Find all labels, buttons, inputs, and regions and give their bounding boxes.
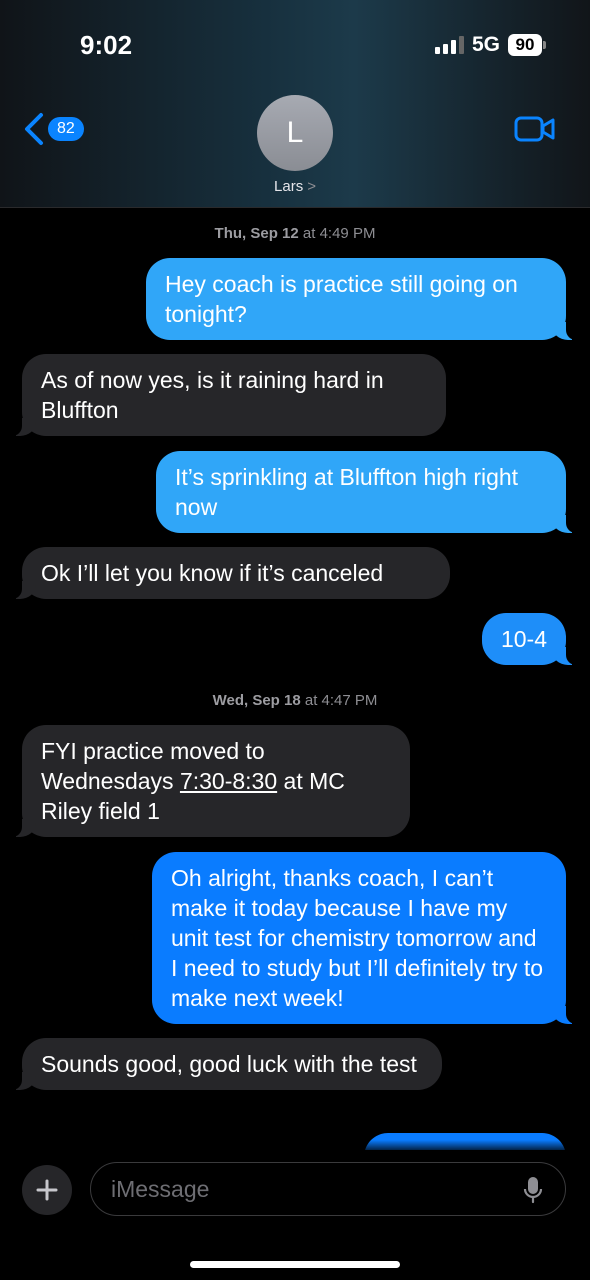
- chevron-left-icon: [25, 113, 43, 145]
- conversation-header: 9:02 5G 90 82 L Lars >: [0, 0, 590, 208]
- contact-avatar[interactable]: L: [257, 95, 333, 171]
- incoming-message[interactable]: Sounds good, good luck with the test: [12, 1038, 442, 1090]
- plus-icon: [36, 1179, 58, 1201]
- microphone-icon: [523, 1177, 543, 1204]
- timestamp: Wed, Sep 18 at 4:47 PM: [0, 692, 590, 709]
- contact-name-button[interactable]: Lars >: [0, 178, 590, 195]
- unread-count-badge: 82: [48, 117, 84, 141]
- imessage-input[interactable]: [90, 1162, 566, 1216]
- apps-button[interactable]: [22, 1165, 72, 1215]
- message-text: Hey coach is practice still going on ton…: [165, 271, 518, 327]
- timestamp-day: Thu, Sep 12: [214, 225, 299, 242]
- battery-level: 90: [508, 34, 542, 56]
- status-indicators: 5G 90: [434, 33, 546, 57]
- timestamp-time: at 4:49 PM: [302, 225, 376, 242]
- signal-icon: [434, 36, 464, 54]
- outgoing-message[interactable]: Hey coach is practice still going on ton…: [146, 258, 576, 340]
- incoming-message[interactable]: As of now yes, is it raining hard in Blu…: [12, 354, 446, 436]
- outgoing-message[interactable]: It’s sprinkling at Bluffton high right n…: [156, 451, 576, 533]
- message-text: As of now yes, is it raining hard in Blu…: [41, 367, 384, 423]
- network-type: 5G: [471, 33, 500, 56]
- video-camera-icon: [514, 116, 555, 142]
- timestamp-day: Wed, Sep 18: [212, 692, 301, 709]
- contact-name: Lars: [274, 178, 304, 195]
- message-text: Ok I’ll let you know if it’s canceled: [41, 560, 384, 586]
- timestamp: Thu, Sep 12 at 4:49 PM: [0, 225, 590, 242]
- message-text: Sounds good, good luck with the test: [41, 1051, 417, 1077]
- back-button[interactable]: 82: [22, 112, 84, 146]
- incoming-message[interactable]: FYI practice moved to Wednesdays 7:30-8:…: [12, 725, 410, 837]
- dictation-button[interactable]: [523, 1176, 543, 1209]
- incoming-message[interactable]: Ok I’ll let you know if it’s canceled: [12, 547, 450, 599]
- home-indicator[interactable]: [190, 1261, 400, 1268]
- status-time: 9:02: [80, 30, 133, 60]
- time-link[interactable]: 7:30-8:30: [180, 768, 277, 794]
- message-text: 10-4: [500, 626, 547, 652]
- outgoing-message[interactable]: 10-4: [481, 613, 577, 665]
- battery-icon: 90: [508, 34, 546, 56]
- message-text: It’s sprinkling at Bluffton high right n…: [175, 464, 519, 520]
- chevron-right-icon: >: [307, 178, 316, 195]
- message-text: Oh alright, thanks coach, I can’t make i…: [171, 865, 544, 1011]
- facetime-video-button[interactable]: [514, 115, 556, 148]
- outgoing-message[interactable]: Oh alright, thanks coach, I can’t make i…: [152, 852, 576, 1024]
- avatar-initial: L: [286, 116, 304, 149]
- timestamp-time: at 4:47 PM: [304, 692, 378, 709]
